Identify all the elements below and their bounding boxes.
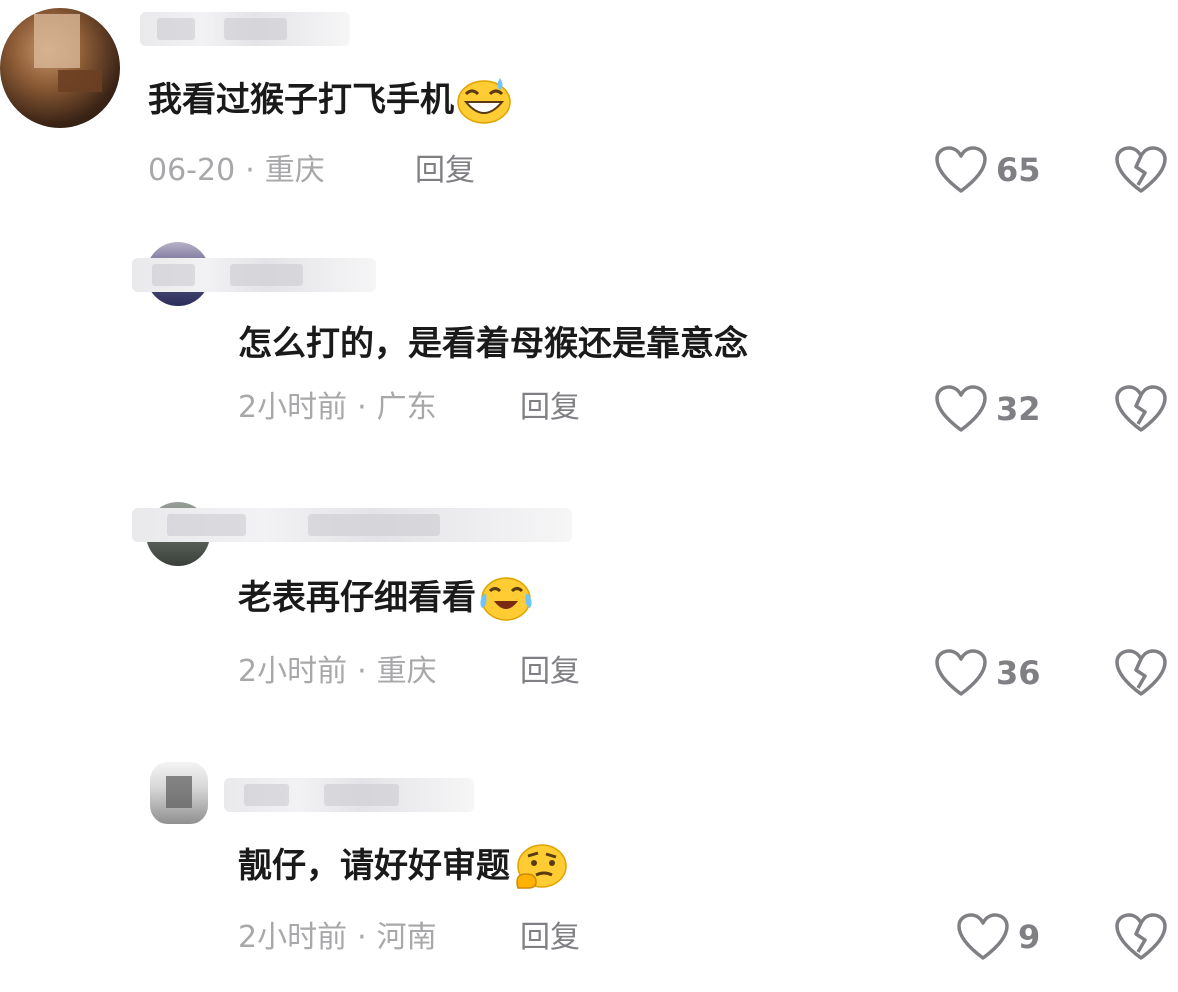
comment-item: 我看过猴子打飞手机 06-20 · 重庆 回复 65	[0, 0, 1178, 230]
like-button[interactable]: 9	[956, 912, 1040, 962]
comment-location: 重庆	[376, 654, 437, 689]
heart-outline-icon	[957, 913, 1009, 960]
like-count: 9	[1018, 918, 1041, 956]
reply-button[interactable]: 回复	[415, 151, 475, 191]
heart-outline-icon	[935, 146, 987, 193]
like-count: 65	[996, 151, 1041, 189]
comment-body: 靓仔，请好好审题	[238, 846, 510, 886]
comment-body: 我看过猴子打飞手机	[148, 80, 454, 120]
comment-date: 2小时前	[238, 920, 348, 955]
dislike-button[interactable]	[1114, 912, 1168, 962]
reply-button[interactable]: 回复	[520, 388, 580, 428]
comment-location: 河南	[376, 920, 437, 955]
comment-meta: 06-20 · 重庆	[148, 151, 325, 191]
like-button[interactable]: 32	[934, 384, 1041, 434]
heart-outline-icon	[935, 649, 987, 696]
comment-date: 06-20	[148, 153, 236, 188]
like-button[interactable]: 65	[934, 145, 1041, 195]
thinking-emoji	[516, 844, 567, 889]
comment-body: 怎么打的，是看着母猴还是靠意念	[238, 324, 748, 364]
meta-separator: ·	[357, 920, 367, 955]
like-count: 36	[996, 654, 1041, 692]
meta-separator: ·	[357, 390, 367, 425]
comment-item: 怎么打的，是看着母猴还是靠意念 2小时前 · 广东 回复 32	[0, 230, 1178, 490]
broken-heart-icon	[1115, 146, 1167, 193]
avatar[interactable]	[0, 8, 120, 128]
comment-date: 2小时前	[238, 390, 348, 425]
comment-body: 老表再仔细看看	[238, 578, 476, 618]
dislike-button[interactable]	[1114, 384, 1168, 434]
broken-heart-icon	[1115, 385, 1167, 432]
comment-location: 广东	[376, 390, 437, 425]
comment-item: 靓仔，请好好审题 2小时前 · 河南 回复 9	[0, 740, 1178, 992]
username-blurred[interactable]	[224, 778, 474, 812]
comment-meta: 2小时前 · 重庆	[238, 652, 437, 692]
avatar[interactable]	[150, 762, 208, 824]
username-blurred[interactable]	[140, 12, 350, 46]
comment-meta: 2小时前 · 广东	[238, 388, 437, 428]
comment-text: 怎么打的，是看着母猴还是靠意念	[238, 320, 748, 368]
dislike-button[interactable]	[1114, 145, 1168, 195]
like-count: 32	[996, 390, 1041, 428]
reply-button[interactable]: 回复	[520, 918, 580, 958]
username-blurred[interactable]	[132, 258, 376, 292]
meta-separator: ·	[245, 153, 255, 188]
like-button[interactable]: 36	[934, 648, 1041, 698]
broken-heart-icon	[1115, 649, 1167, 696]
tears-of-joy-emoji	[480, 577, 532, 621]
username-blurred[interactable]	[132, 508, 572, 542]
heart-outline-icon	[935, 385, 987, 432]
comment-text: 我看过猴子打飞手机	[148, 76, 512, 124]
comment-location: 重庆	[264, 153, 325, 188]
comment-date: 2小时前	[238, 654, 348, 689]
comment-meta: 2小时前 · 河南	[238, 918, 437, 958]
comment-item: 老表再仔细看看 2小时前 · 重庆 回复 36	[0, 490, 1178, 740]
reply-button[interactable]: 回复	[520, 652, 580, 692]
broken-heart-icon	[1115, 913, 1167, 960]
dislike-button[interactable]	[1114, 648, 1168, 698]
comment-text: 靓仔，请好好审题	[238, 842, 568, 890]
comment-text: 老表再仔细看看	[238, 574, 534, 622]
meta-separator: ·	[357, 654, 367, 689]
grinning-sweat-emoji	[457, 78, 511, 124]
